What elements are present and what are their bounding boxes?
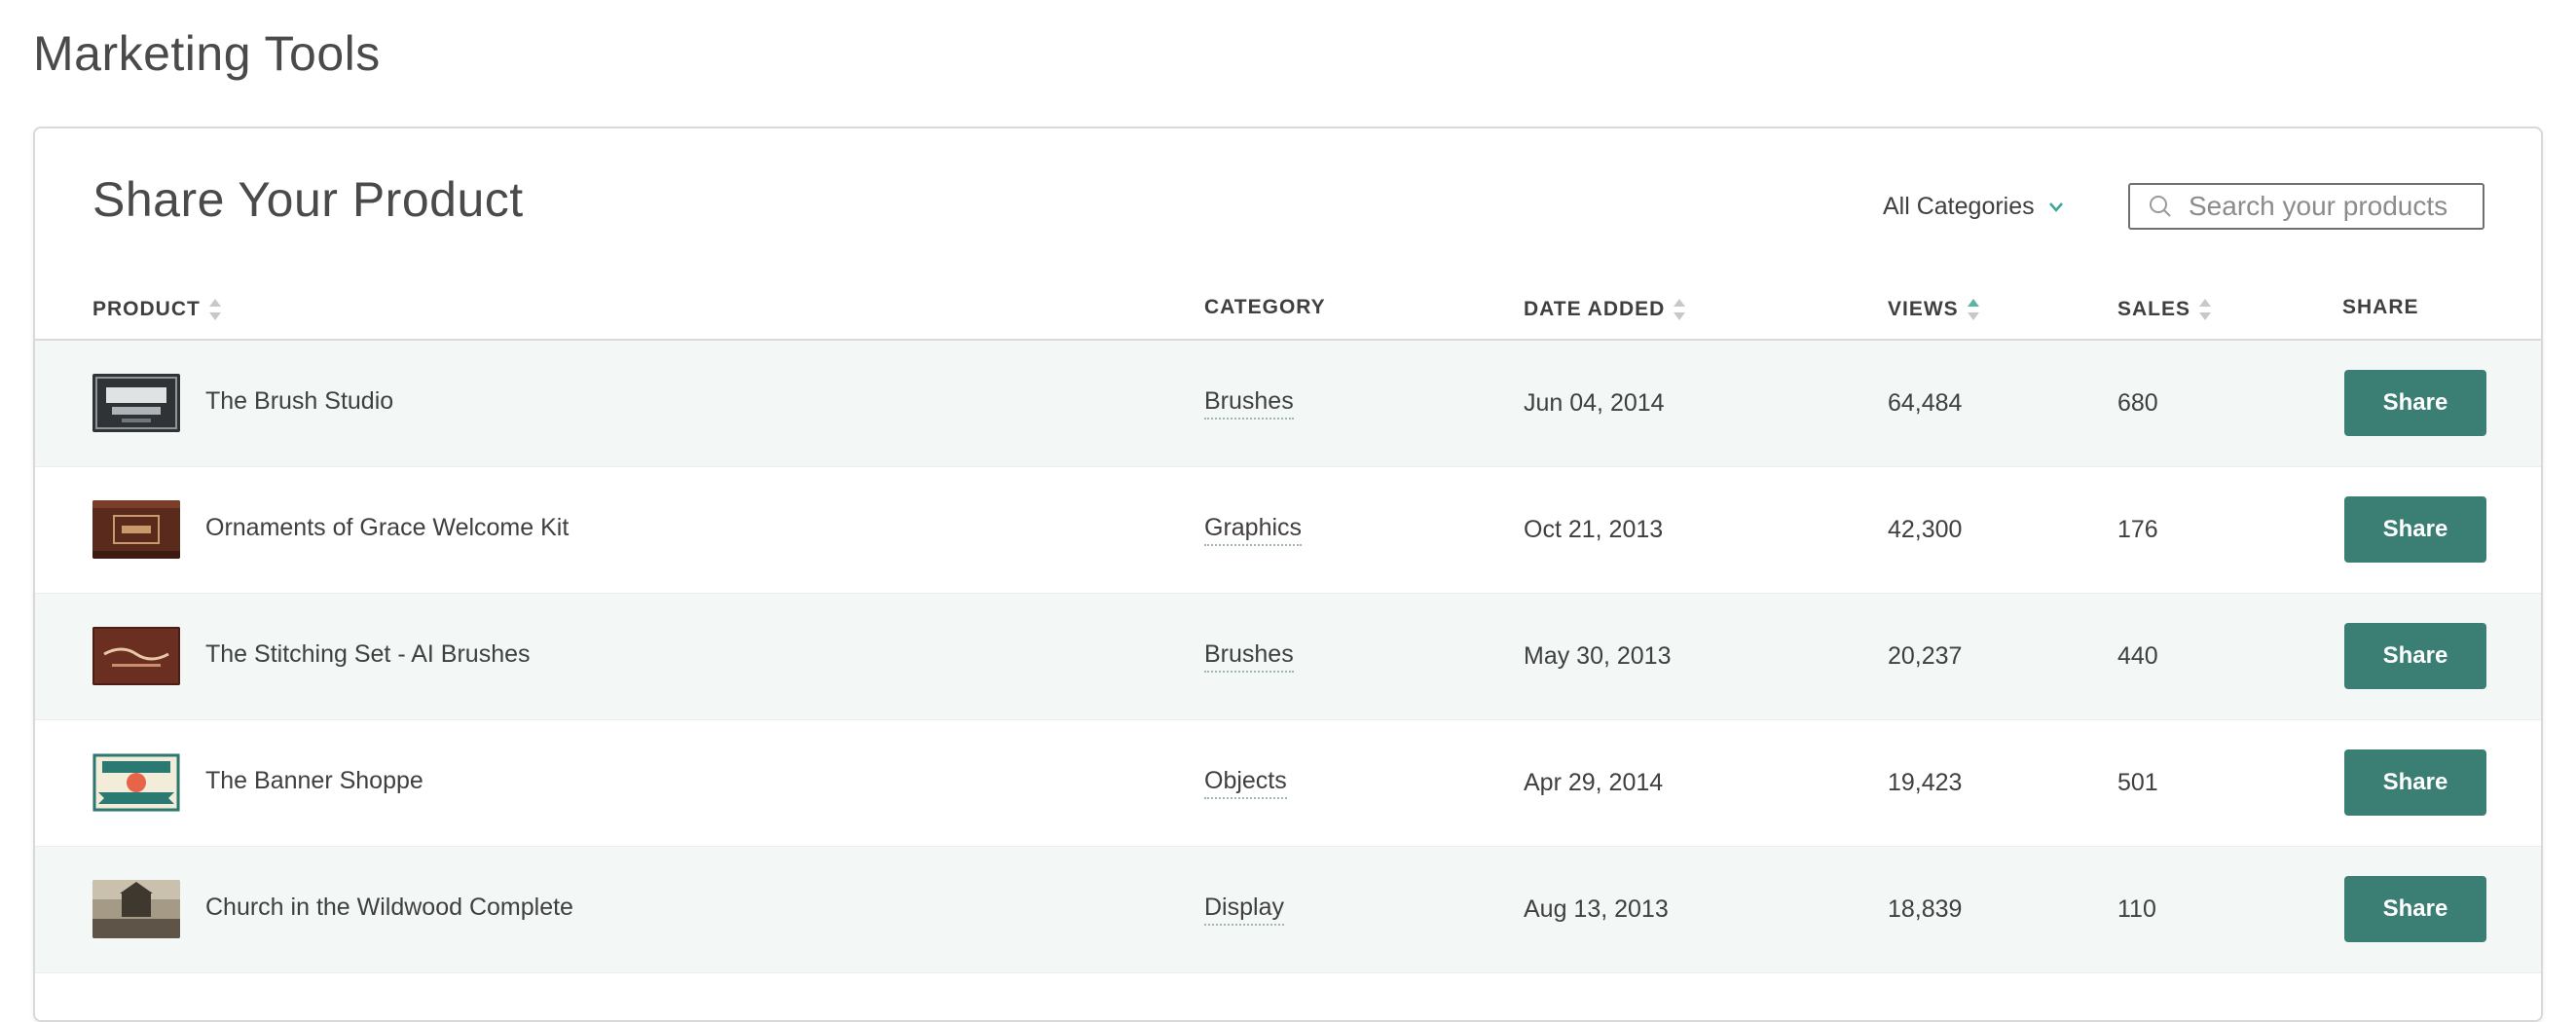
views-count: 19,423 (1888, 769, 1963, 796)
column-header-product-label: PRODUCT (92, 298, 201, 320)
column-header-category: CATEGORY (1204, 296, 1326, 319)
product-name[interactable]: The Brush Studio (205, 339, 393, 464)
date-added: Aug 13, 2013 (1524, 895, 1669, 923)
date-added: May 30, 2013 (1524, 642, 1672, 670)
sales-count: 501 (2117, 769, 2158, 796)
sales-count: 110 (2117, 895, 2156, 923)
views-count: 42,300 (1888, 516, 1963, 543)
share-button[interactable]: Share (2344, 623, 2486, 689)
column-header-sales[interactable]: SALES (2117, 296, 2212, 323)
panel-title: Share Your Product (92, 172, 524, 227)
date-added: Oct 21, 2013 (1524, 516, 1664, 543)
column-header-views-label: VIEWS (1888, 298, 1959, 320)
category-link[interactable]: Graphics (1204, 514, 1303, 546)
column-header-share: SHARE (2342, 296, 2419, 319)
product-thumbnail[interactable] (92, 753, 180, 812)
table-header: PRODUCT CATEGORY DATE ADDED VIEWS SALES (35, 274, 2541, 341)
sort-icon (1674, 299, 1686, 320)
share-button[interactable]: Share (2344, 876, 2486, 942)
category-filter-label: All Categories (1883, 193, 2035, 220)
views-count: 20,237 (1888, 642, 1963, 670)
category-link[interactable]: Display (1204, 894, 1284, 926)
search-icon (2150, 196, 2171, 217)
sales-count: 440 (2117, 642, 2158, 670)
table-row: Ornaments of Grace Welcome Kit Graphics … (35, 467, 2541, 594)
sort-icon (2199, 299, 2212, 320)
share-product-panel: Share Your Product All Categories PRODUC… (33, 127, 2543, 1022)
table-row: The Stitching Set - AI Brushes Brushes M… (35, 594, 2541, 720)
product-name[interactable]: Church in the Wildwood Complete (205, 845, 573, 970)
share-button[interactable]: Share (2344, 370, 2486, 436)
column-header-sales-label: SALES (2117, 298, 2191, 320)
product-name[interactable]: Ornaments of Grace Welcome Kit (205, 465, 569, 591)
product-thumbnail[interactable] (92, 500, 180, 559)
date-added: Apr 29, 2014 (1524, 769, 1664, 796)
product-thumbnail[interactable] (92, 880, 180, 938)
category-filter-dropdown[interactable]: All Categories (1883, 193, 2064, 221)
share-button[interactable]: Share (2344, 496, 2486, 563)
search-box[interactable] (2128, 183, 2484, 230)
column-header-product[interactable]: PRODUCT (92, 296, 222, 323)
column-header-share-label: SHARE (2342, 296, 2419, 318)
share-button[interactable]: Share (2344, 749, 2486, 816)
product-name[interactable]: The Banner Shoppe (205, 718, 423, 844)
column-header-views[interactable]: VIEWS (1888, 296, 1980, 323)
chevron-down-icon (2048, 201, 2063, 212)
column-header-category-label: CATEGORY (1204, 296, 1326, 318)
views-count: 64,484 (1888, 389, 1963, 417)
column-header-date-added[interactable]: DATE ADDED (1524, 296, 1686, 323)
product-thumbnail[interactable] (92, 627, 180, 685)
category-link[interactable]: Brushes (1204, 387, 1294, 420)
product-name[interactable]: The Stitching Set - AI Brushes (205, 592, 531, 717)
category-link[interactable]: Objects (1204, 767, 1287, 799)
sort-ascending-icon (1967, 299, 1979, 320)
sales-count: 176 (2117, 516, 2158, 543)
search-input[interactable] (2187, 190, 2473, 223)
views-count: 18,839 (1888, 895, 1963, 923)
product-thumbnail[interactable] (92, 374, 180, 432)
column-header-date-added-label: DATE ADDED (1524, 298, 1666, 320)
table-row: The Banner Shoppe Objects Apr 29, 2014 1… (35, 720, 2541, 847)
table-row: Church in the Wildwood Complete Display … (35, 847, 2541, 973)
sales-count: 680 (2117, 389, 2158, 417)
category-link[interactable]: Brushes (1204, 640, 1294, 673)
page-title: Marketing Tools (33, 26, 381, 81)
date-added: Jun 04, 2014 (1524, 389, 1665, 417)
table-row: The Brush Studio Brushes Jun 04, 2014 64… (35, 341, 2541, 467)
sort-icon (208, 299, 221, 320)
